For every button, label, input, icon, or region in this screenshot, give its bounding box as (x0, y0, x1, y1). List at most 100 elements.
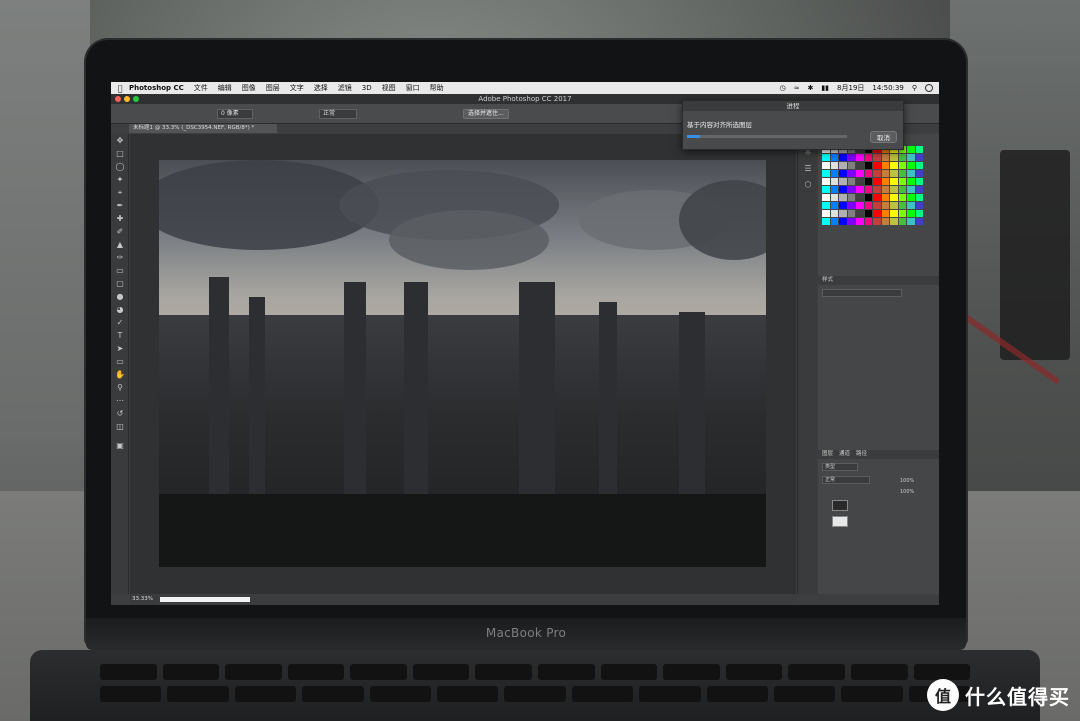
swatch[interactable] (898, 162, 906, 169)
swatch[interactable] (864, 210, 872, 217)
layer-thumb-2[interactable] (832, 516, 848, 527)
swatch[interactable] (881, 194, 889, 201)
swatch[interactable] (856, 210, 864, 217)
eraser-tool-icon[interactable]: ▭ (111, 264, 129, 277)
eyedropper-icon[interactable]: ✒ (111, 199, 129, 212)
swatch[interactable] (830, 186, 838, 193)
color-swatches-icon[interactable]: ◫ (111, 420, 129, 433)
swatch[interactable] (864, 186, 872, 193)
style-select[interactable]: 正常 (319, 109, 357, 119)
shape-tool-icon[interactable]: ▭ (111, 355, 129, 368)
battery-icon[interactable]: ▮▮ (821, 84, 829, 92)
swatch[interactable] (890, 202, 898, 209)
swatch[interactable] (847, 170, 855, 177)
swatch[interactable] (839, 178, 847, 185)
swatch[interactable] (873, 202, 881, 209)
swatch[interactable] (822, 210, 830, 217)
search-icon[interactable]: ⚲ (912, 84, 917, 92)
swatch[interactable] (847, 186, 855, 193)
swatch[interactable] (856, 162, 864, 169)
blend-mode-select[interactable]: 正常 (822, 476, 870, 484)
swatch[interactable] (830, 202, 838, 209)
swatch[interactable] (822, 162, 830, 169)
swatch[interactable] (847, 194, 855, 201)
swatch[interactable] (915, 186, 923, 193)
swatch[interactable] (898, 178, 906, 185)
swatch[interactable] (915, 178, 923, 185)
swatch[interactable] (864, 202, 872, 209)
menu-type[interactable]: 文字 (290, 83, 304, 93)
swatch[interactable] (915, 194, 923, 201)
brush-tool-icon[interactable]: ✐ (111, 225, 129, 238)
tab-channels[interactable]: 通道 (839, 450, 850, 459)
sliders-icon[interactable]: ☰ (798, 160, 818, 176)
swatch[interactable] (822, 170, 830, 177)
swatch[interactable] (890, 178, 898, 185)
swatch[interactable] (907, 170, 915, 177)
swatch[interactable] (864, 170, 872, 177)
swatch[interactable] (881, 186, 889, 193)
swatch[interactable] (873, 154, 881, 161)
swatch[interactable] (881, 218, 889, 225)
swatch[interactable] (830, 154, 838, 161)
swatch[interactable] (873, 194, 881, 201)
zoom-level[interactable]: 33.33% (130, 595, 158, 604)
swatch[interactable] (839, 210, 847, 217)
swatch[interactable] (881, 162, 889, 169)
swatch[interactable] (881, 178, 889, 185)
swatch[interactable] (830, 170, 838, 177)
swatch[interactable] (864, 218, 872, 225)
swatch[interactable] (839, 154, 847, 161)
swatch[interactable] (856, 154, 864, 161)
swatches-grid[interactable] (822, 146, 928, 225)
swatch[interactable] (915, 218, 923, 225)
menu-date[interactable]: 8月19日 (837, 83, 864, 93)
pen-tool-icon[interactable]: ✓ (111, 316, 129, 329)
swatch[interactable] (907, 154, 915, 161)
swatch[interactable] (890, 162, 898, 169)
bluetooth-icon[interactable]: ✱ (807, 84, 813, 92)
swatch[interactable] (856, 202, 864, 209)
swatch[interactable] (822, 186, 830, 193)
swatch[interactable] (890, 218, 898, 225)
swatch[interactable] (898, 154, 906, 161)
swatch[interactable] (907, 146, 915, 153)
type-tool-icon[interactable]: T (111, 329, 129, 342)
swatch[interactable] (915, 162, 923, 169)
swatch[interactable] (915, 154, 923, 161)
swatch[interactable] (830, 162, 838, 169)
swatch[interactable] (864, 162, 872, 169)
swatch[interactable] (856, 194, 864, 201)
opacity-value[interactable]: 100% (900, 478, 914, 484)
menu-edit[interactable]: 编辑 (218, 83, 232, 93)
tab-layers[interactable]: 图层 (822, 450, 833, 459)
more-tools-icon[interactable]: ⋯ (111, 394, 129, 407)
swatch[interactable] (890, 186, 898, 193)
swatch[interactable] (915, 210, 923, 217)
stamp-tool-icon[interactable]: ▲ (111, 238, 129, 251)
menu-select[interactable]: 选择 (314, 83, 328, 93)
swatch[interactable] (847, 218, 855, 225)
dodge-tool-icon[interactable]: ◕ (111, 303, 129, 316)
menu-view[interactable]: 视图 (382, 83, 396, 93)
layer-thumb-1[interactable] (832, 500, 848, 511)
wifi-icon[interactable]: ≈ (794, 84, 800, 92)
swatch[interactable] (856, 170, 864, 177)
tab-paths[interactable]: 路径 (856, 450, 867, 459)
menu-image[interactable]: 图像 (242, 83, 256, 93)
swatch[interactable] (907, 194, 915, 201)
menu-app-name[interactable]: Photoshop CC (129, 84, 184, 92)
swatch[interactable] (847, 202, 855, 209)
swatch[interactable] (873, 170, 881, 177)
menu-file[interactable]: 文件 (194, 83, 208, 93)
swatch[interactable] (847, 178, 855, 185)
swatch[interactable] (873, 218, 881, 225)
swatch[interactable] (839, 194, 847, 201)
swatch[interactable] (822, 194, 830, 201)
swatch[interactable] (830, 210, 838, 217)
swatch[interactable] (839, 186, 847, 193)
swatch[interactable] (822, 202, 830, 209)
swatch[interactable] (898, 170, 906, 177)
menu-help[interactable]: 帮助 (430, 83, 444, 93)
swatch[interactable] (898, 186, 906, 193)
